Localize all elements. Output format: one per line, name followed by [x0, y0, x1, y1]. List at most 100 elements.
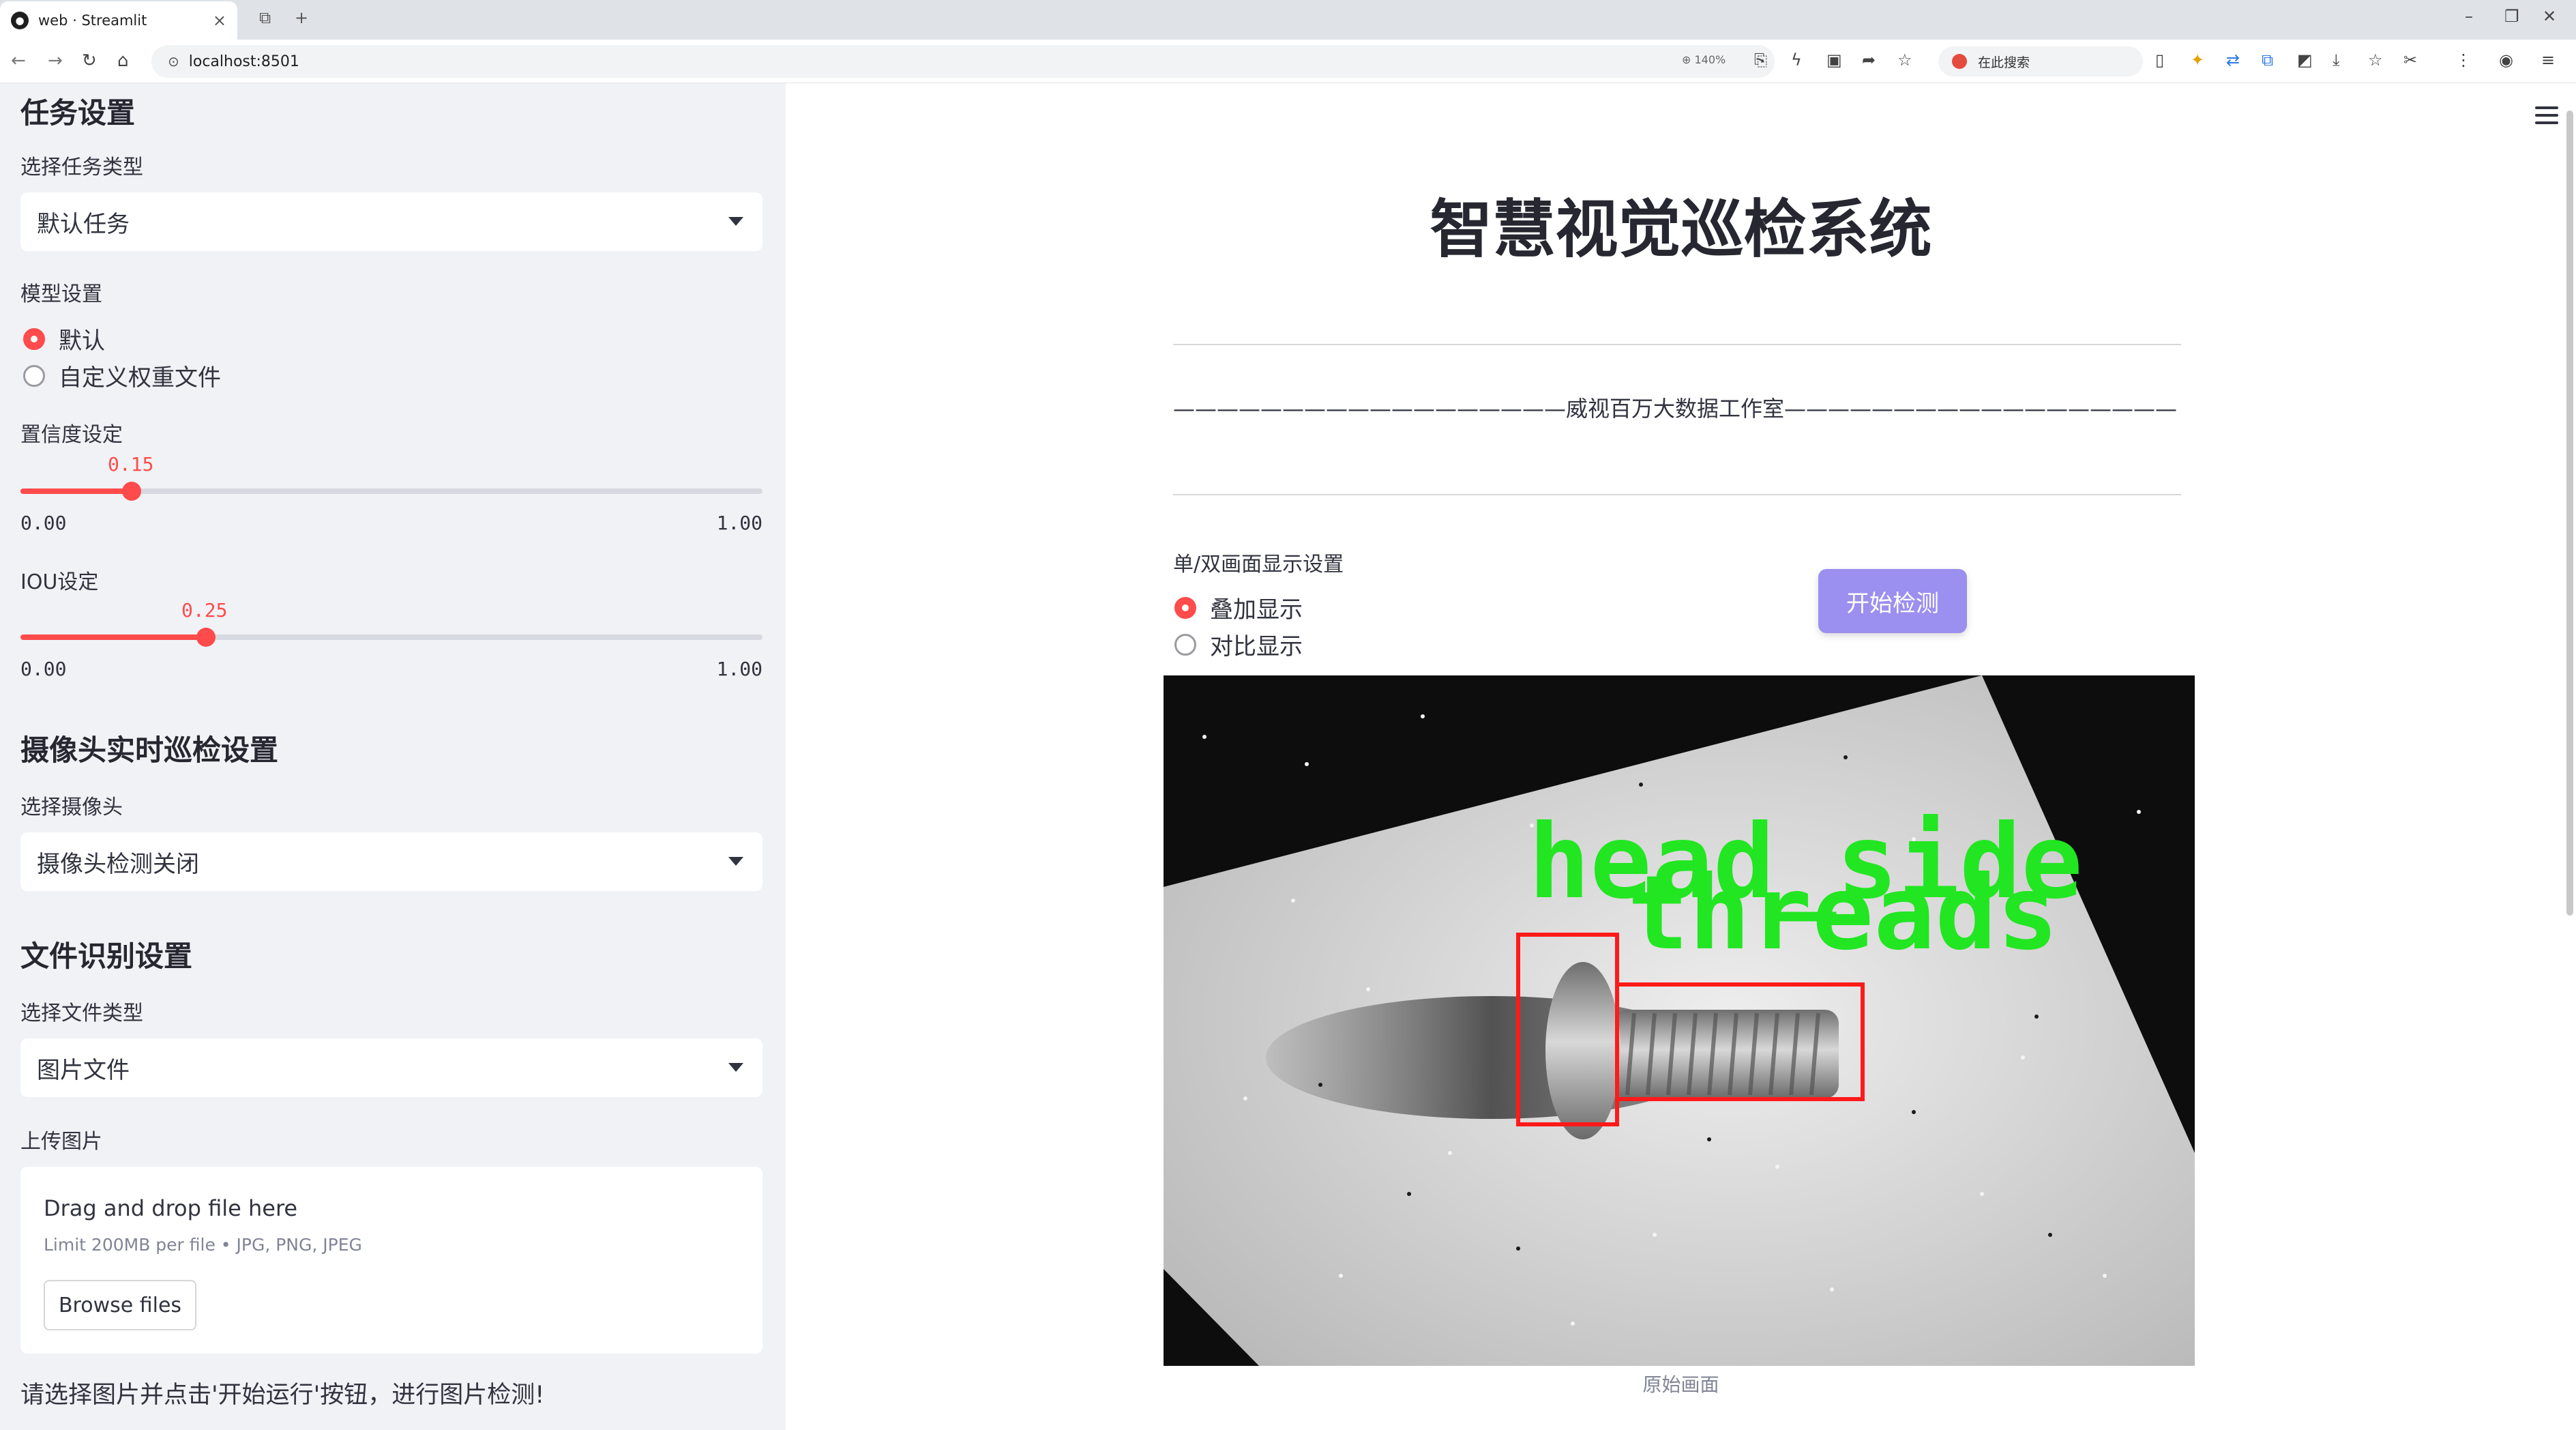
- app-menu-icon[interactable]: [2535, 106, 2558, 129]
- display-mode-label: 单/双画面显示设置: [1173, 553, 1344, 577]
- home-icon[interactable]: ⌂: [117, 50, 129, 71]
- upload-drag-text: Drag and drop file here: [44, 1195, 298, 1221]
- iou-min: 0.00: [20, 658, 67, 680]
- start-detection-button[interactable]: 开始检测: [1818, 569, 1967, 633]
- radio-checked-icon: [1174, 596, 1196, 619]
- label-threads: threads: [1627, 854, 2058, 973]
- favorites-icon[interactable]: ☆: [2368, 50, 2383, 70]
- confidence-max: 1.00: [716, 512, 763, 534]
- model-option-label: 自定义权重文件: [59, 364, 221, 392]
- model-settings-label: 模型设置: [20, 282, 102, 306]
- camera-select-label: 选择摄像头: [20, 796, 123, 819]
- chevron-down-icon: [728, 217, 743, 226]
- upload-limit-text: Limit 200MB per file • JPG, PNG, JPEG: [44, 1235, 362, 1255]
- address-bar-row: ← → ↻ ⌂ ⊙ localhost:8501 ⊕ 140% ⎘ ϟ ▣ ➦ …: [0, 40, 2576, 83]
- confidence-label: 置信度设定: [20, 423, 123, 447]
- browser-tab-bar: ● web · Streamlit × ⧉ + – ❐ ✕: [0, 0, 2576, 40]
- divider: [1173, 494, 2181, 495]
- task-type-value: 默认任务: [37, 210, 130, 238]
- confidence-slider-fill: [20, 488, 132, 494]
- radio-checked-icon: [23, 327, 45, 350]
- close-tab-icon[interactable]: ×: [213, 11, 226, 30]
- camera-select-value: 摄像头检测关闭: [37, 850, 199, 878]
- zoom-level: 140%: [1694, 53, 1726, 66]
- task-settings-heading: 任务设置: [20, 96, 136, 130]
- restore-icon[interactable]: ❐: [2504, 7, 2519, 26]
- extension-copy-icon[interactable]: ⧉: [2262, 50, 2273, 70]
- iou-slider-fill: [20, 634, 206, 640]
- divider: [1173, 344, 2181, 345]
- reload-icon[interactable]: ↻: [82, 50, 97, 71]
- browse-files-button[interactable]: Browse files: [44, 1280, 196, 1330]
- main-content: 智慧视觉巡检系统 ——————————————————威视百万大数据工作室———…: [786, 83, 2576, 1430]
- iou-slider-thumb[interactable]: [196, 628, 216, 647]
- sidebar-instruction: 请选择图片并点击'开始运行'按钮，进行图片检测!: [20, 1382, 545, 1409]
- tab-groups-icon[interactable]: ⧉: [259, 8, 271, 27]
- detection-scene: head_side threads: [1164, 675, 2195, 1366]
- chevron-down-icon: [728, 857, 743, 866]
- extension-dark-icon[interactable]: ◩: [2297, 50, 2313, 70]
- radio-unchecked-icon: [1174, 633, 1196, 656]
- close-window-icon[interactable]: ✕: [2543, 7, 2556, 26]
- model-option-label: 默认: [59, 327, 105, 355]
- file-type-label: 选择文件类型: [20, 1002, 143, 1025]
- url-field[interactable]: ⊙ localhost:8501: [151, 45, 1775, 78]
- iou-label: IOU设定: [20, 570, 99, 594]
- image-caption: 原始画面: [1642, 1373, 1719, 1396]
- search-placeholder: 在此搜索: [1978, 55, 2030, 70]
- display-radio-compare[interactable]: 对比显示: [1174, 628, 1303, 661]
- bolt-head: [1545, 962, 1620, 1139]
- display-option-label: 叠加显示: [1210, 596, 1303, 624]
- browser-tab[interactable]: ● web · Streamlit ×: [0, 1, 237, 40]
- studio-subtitle: ——————————————————威视百万大数据工作室————————————…: [1173, 396, 2178, 422]
- streamlit-favicon-icon: ●: [11, 12, 29, 29]
- confidence-slider[interactable]: [20, 482, 763, 501]
- profile-avatar-icon[interactable]: ◉: [2499, 50, 2513, 70]
- upload-label: 上传图片: [20, 1130, 102, 1154]
- zoom-indicator[interactable]: ⊕ 140%: [1682, 53, 1726, 66]
- file-type-value: 图片文件: [37, 1056, 130, 1084]
- browser-search-field[interactable]: 在此搜索: [1938, 46, 2143, 76]
- task-type-select[interactable]: 默认任务: [20, 192, 763, 251]
- reader-mode-icon[interactable]: ▯: [2155, 50, 2164, 70]
- browser-menu-icon[interactable]: ≡: [2541, 50, 2555, 70]
- camera-select[interactable]: 摄像头检测关闭: [20, 832, 763, 891]
- extension-ai-icon[interactable]: ✦: [2191, 50, 2204, 70]
- file-uploader-dropzone[interactable]: Drag and drop file here Limit 200MB per …: [20, 1167, 763, 1354]
- confidence-slider-thumb[interactable]: [122, 482, 142, 501]
- tab-title: web · Streamlit: [38, 12, 147, 29]
- lightning-icon[interactable]: ϟ: [1791, 50, 1802, 70]
- radio-unchecked-icon: [23, 364, 45, 387]
- minimize-icon[interactable]: –: [2465, 7, 2473, 26]
- extension-translate-icon[interactable]: ⇄: [2226, 50, 2240, 70]
- camera-settings-heading: 摄像头实时巡检设置: [20, 733, 279, 767]
- page-title: 智慧视觉巡检系统: [1430, 193, 1932, 266]
- detection-result-image: head_side threads: [1164, 675, 2195, 1366]
- bookmark-star-icon[interactable]: ☆: [1897, 50, 1912, 70]
- file-type-select[interactable]: 图片文件: [20, 1038, 763, 1097]
- chevron-down-icon: [728, 1063, 743, 1072]
- translate-icon[interactable]: ⎘: [1754, 50, 1767, 70]
- more-menu-icon[interactable]: ⋮: [2455, 50, 2472, 70]
- model-radio-custom[interactable]: 自定义权重文件: [23, 359, 221, 392]
- iou-value: 0.25: [181, 599, 228, 622]
- screenshot-icon[interactable]: ▣: [1826, 50, 1842, 70]
- confidence-min: 0.00: [20, 512, 67, 534]
- new-tab-icon[interactable]: +: [295, 8, 308, 27]
- display-option-label: 对比显示: [1210, 633, 1303, 660]
- display-radio-overlay[interactable]: 叠加显示: [1174, 591, 1303, 624]
- download-icon[interactable]: ⤓: [2333, 50, 2340, 70]
- model-radio-default[interactable]: 默认: [23, 322, 105, 355]
- forward-icon[interactable]: →: [48, 50, 63, 71]
- zoom-icon: ⊕: [1682, 53, 1691, 66]
- iou-slider[interactable]: [20, 628, 763, 647]
- task-type-label: 选择任务类型: [20, 156, 143, 179]
- confidence-value: 0.15: [108, 453, 154, 476]
- iou-max: 1.00: [716, 658, 763, 680]
- sidebar: 任务设置 选择任务类型 默认任务 模型设置 默认 自定义权重文件 置信度设定 0…: [0, 83, 786, 1430]
- share-icon[interactable]: ➦: [1862, 50, 1876, 70]
- file-settings-heading: 文件识别设置: [20, 939, 193, 973]
- back-icon[interactable]: ←: [11, 50, 26, 71]
- url-text: localhost:8501: [188, 53, 299, 70]
- cut-tool-icon[interactable]: ✂: [2403, 50, 2417, 70]
